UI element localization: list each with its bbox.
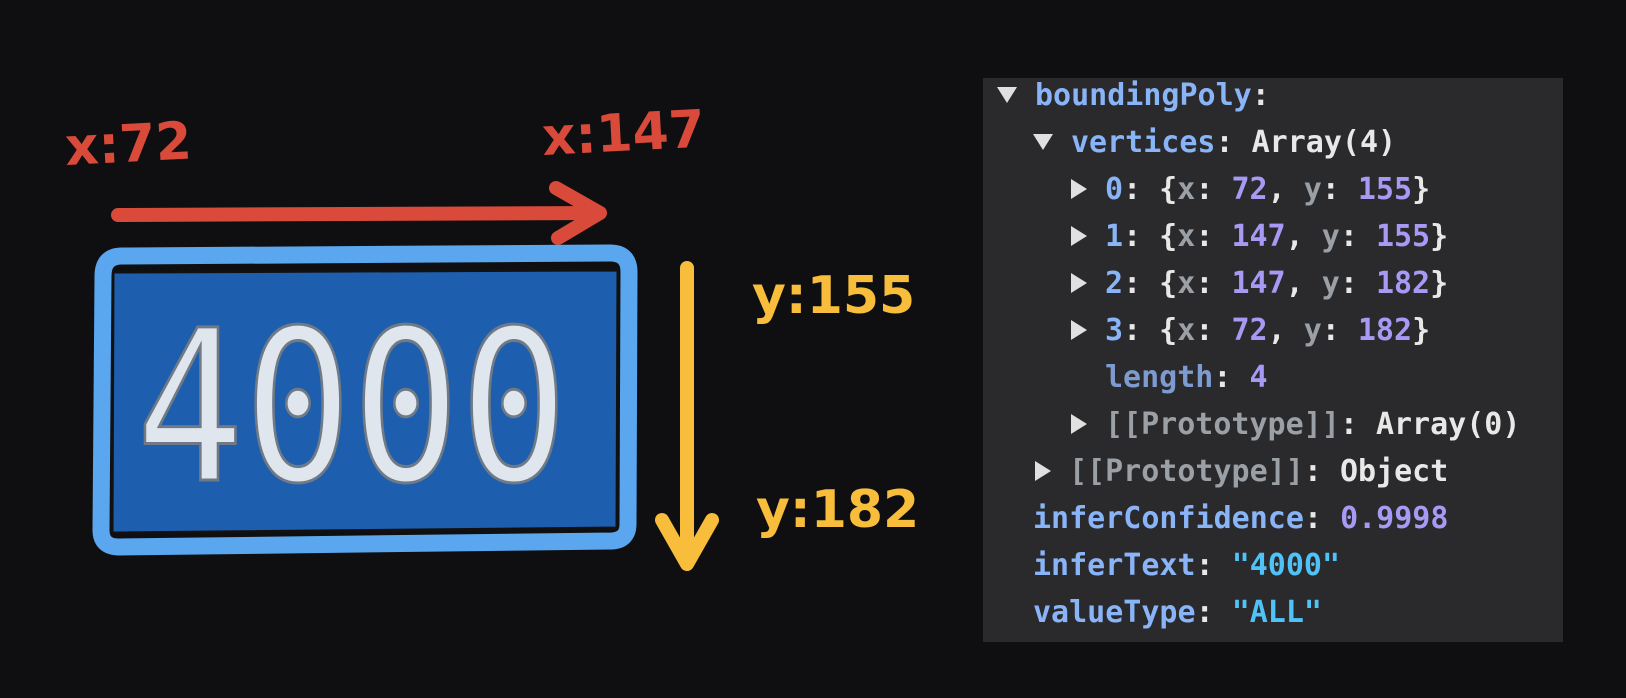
vertex-x-value: 72 <box>1231 172 1268 207</box>
length-row: length: 4 <box>1105 360 1268 395</box>
expanded-triangle-icon[interactable] <box>997 86 1017 103</box>
cropped-number-image: 4000 <box>110 268 620 535</box>
devtools-console-panel: boundingPoly: vertices: Array(4) 0: {x: … <box>983 78 1563 642</box>
object-prototype-row[interactable]: [[Prototype]]: Object <box>1035 452 1448 492</box>
vertex-y-value: 182 <box>1375 266 1431 301</box>
vertex-y-key: y <box>1321 219 1340 254</box>
vertex-row[interactable]: 2: {x: 147, y: 182} <box>1071 264 1448 304</box>
array-prototype-row[interactable]: [[Prototype]]: Array(0) <box>1071 405 1520 445</box>
vertex-y-key: y <box>1303 172 1322 207</box>
collapsed-triangle-icon[interactable] <box>1071 178 1087 199</box>
length-key: length <box>1105 360 1214 395</box>
vertex-row[interactable]: 3: {x: 72, y: 182} <box>1071 311 1430 351</box>
collapsed-triangle-icon[interactable] <box>1071 272 1087 293</box>
object-prototype-type: Object <box>1339 454 1449 489</box>
infer-text-row: inferText: "4000" <box>1033 548 1341 583</box>
vertex-x-key: x <box>1177 219 1196 254</box>
infer-text-key: inferText <box>1033 548 1196 583</box>
x-axis-arrow <box>111 181 607 245</box>
vertex-y-key: y <box>1321 266 1340 301</box>
vertex-index: 0 <box>1105 172 1124 207</box>
vertex-x-key: x <box>1177 172 1196 207</box>
vertex-index: 1 <box>1105 219 1124 254</box>
collapsed-triangle-icon[interactable] <box>1035 460 1051 481</box>
vertex-index: 3 <box>1105 313 1124 348</box>
prototype-label: [[Prototype]] <box>1069 454 1304 489</box>
vertex-x-key: x <box>1177 313 1196 348</box>
infer-confidence-value: 0.9998 <box>1340 501 1449 536</box>
bounding-poly-key: boundingPoly <box>1035 78 1252 113</box>
annotated-crop-diagram: x:72 x:147 4000 y:155 y:182 <box>64 100 919 571</box>
collapsed-triangle-icon[interactable] <box>1071 319 1087 340</box>
vertex-row[interactable]: 1: {x: 147, y: 155} <box>1071 217 1448 257</box>
vertex-y-value: 155 <box>1375 219 1431 254</box>
vertex-x-value: 147 <box>1231 219 1286 254</box>
collapsed-triangle-icon[interactable] <box>1071 225 1087 246</box>
vertices-row[interactable]: vertices: Array(4) <box>1033 123 1396 163</box>
value-type-key: valueType <box>1033 595 1196 630</box>
vertex-y-value: 182 <box>1357 313 1413 348</box>
y-bottom-label: y:182 <box>756 480 919 540</box>
bounding-poly-row[interactable]: boundingPoly: <box>997 78 1270 116</box>
prototype-label: [[Prototype]] <box>1105 407 1340 442</box>
collapsed-triangle-icon[interactable] <box>1071 413 1087 434</box>
x-end-label: x:147 <box>541 100 707 168</box>
vertex-y-key: y <box>1303 313 1322 348</box>
vertices-type: Array(4) <box>1251 125 1397 160</box>
vertex-index: 2 <box>1105 266 1124 301</box>
vertices-key: vertices <box>1071 125 1216 160</box>
y-axis-arrow <box>655 261 719 571</box>
vertex-x-value: 147 <box>1231 266 1286 301</box>
infer-confidence-key: inferConfidence <box>1033 501 1304 536</box>
y-top-label: y:155 <box>752 266 915 326</box>
vertex-row[interactable]: 0: {x: 72, y: 155} <box>1071 170 1430 210</box>
value-type-row: valueType: "ALL" <box>1033 595 1322 630</box>
value-type-value: "ALL" <box>1231 595 1322 630</box>
length-value: 4 <box>1249 360 1268 395</box>
vertex-x-key: x <box>1177 266 1196 301</box>
x-start-label: x:72 <box>64 111 194 178</box>
infer-confidence-row: inferConfidence: 0.9998 <box>1033 501 1449 536</box>
vertex-y-value: 155 <box>1357 172 1413 207</box>
vertex-x-value: 72 <box>1231 313 1268 348</box>
expanded-triangle-icon[interactable] <box>1033 133 1053 150</box>
array-prototype-type: Array(0) <box>1375 407 1521 442</box>
crop-text: 4000 <box>136 285 568 530</box>
infer-text-value: "4000" <box>1231 548 1341 583</box>
